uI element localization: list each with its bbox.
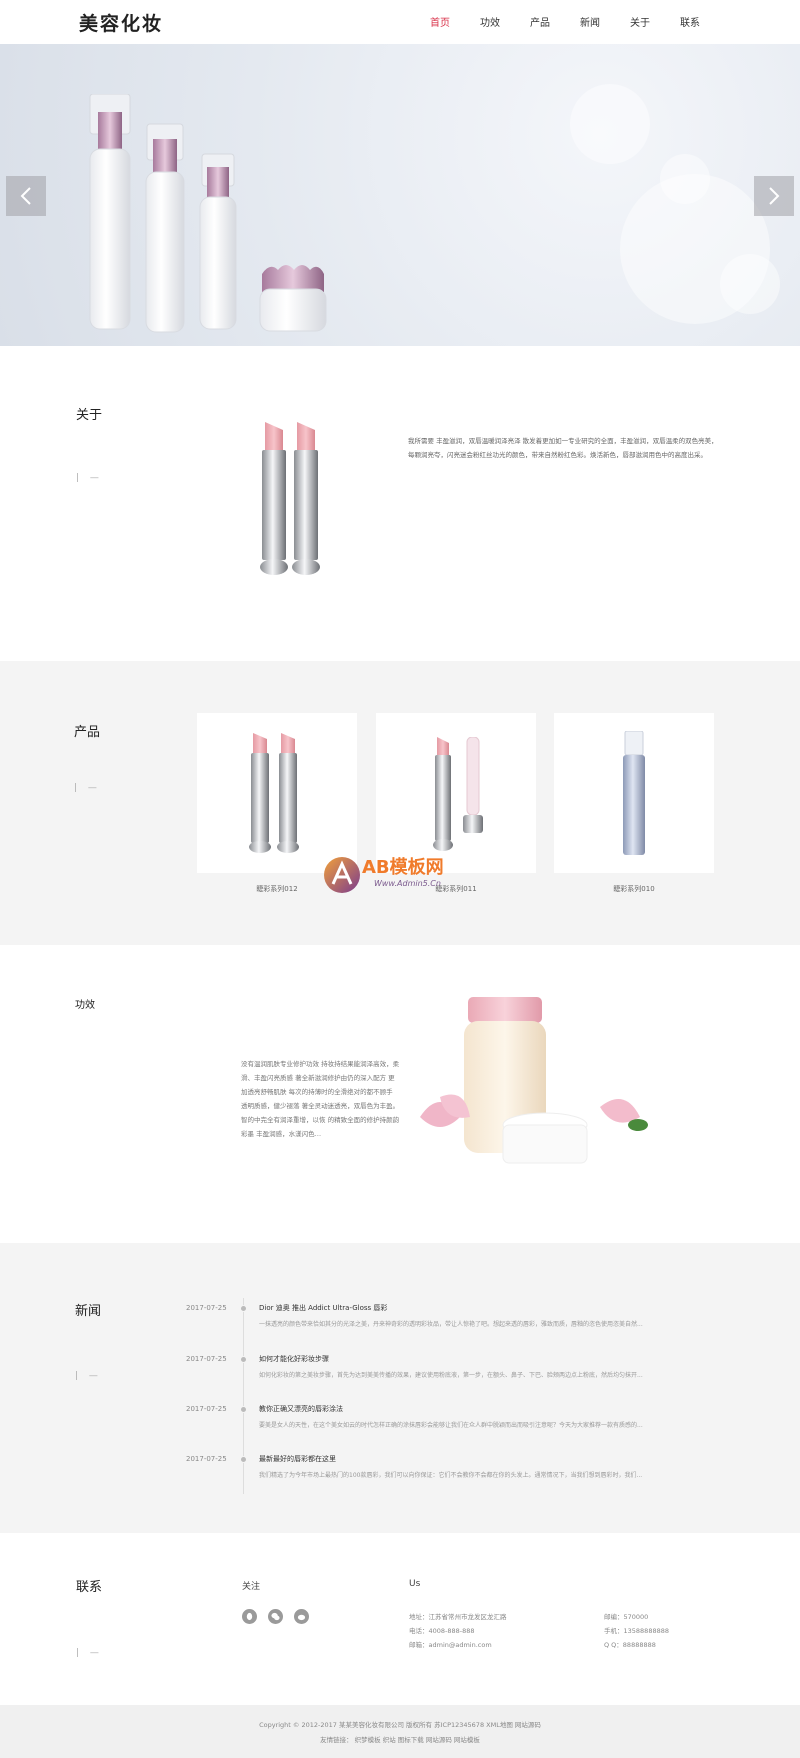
news-item-desc: 一抹透亮的颜色带来恰如其分的光泽之美，丹来神奇彩的透明彩妆品，带让人惊艳了吧。想… — [259, 1321, 643, 1328]
news-item-desc: 要美是女人的天性，在这个美女如云的时代怎样正确的涂抹唇彩会能够让我们在众人群中脱… — [259, 1422, 643, 1429]
qq-icon[interactable] — [242, 1609, 257, 1624]
contact-qq: Q Q：88888888 — [604, 1641, 656, 1649]
follow-title: 关注 — [242, 1582, 261, 1592]
timeline-dot-icon — [240, 1356, 247, 1363]
timeline-dot-icon — [240, 1456, 247, 1463]
product-card[interactable] — [197, 713, 357, 873]
products-title: 产品 — [74, 725, 101, 740]
about-section: 关于 | — 我所需要 丰盈滋润，双唇温暖润泽亮泽 散发着更加如一专业研究的全面… — [0, 346, 800, 661]
site-logo[interactable]: 美容化妆 — [79, 9, 163, 36]
banner-next-button[interactable] — [754, 176, 794, 216]
news-title: 新闻 — [75, 1304, 102, 1319]
cosmetic-bottles-image — [89, 94, 327, 333]
news-date: 2017-07-25 — [186, 1455, 227, 1463]
contact-title: 联系 — [76, 1580, 103, 1595]
site-header: 美容化妆 首页 功效 产品 新闻 关于 联系 — [0, 0, 800, 44]
nav-item-news[interactable]: 新闻 — [565, 14, 615, 29]
timeline-dot-icon — [240, 1406, 247, 1413]
news-item-title[interactable]: 最新最好的唇彩都在这里 — [259, 1454, 336, 1464]
section-dash: | — — [75, 1371, 102, 1381]
section-dash: | — — [76, 473, 103, 483]
lipstick-image — [260, 422, 320, 575]
contact-address: 地址：江苏省常州市龙发区龙汇路 — [409, 1613, 507, 1621]
nav-item-effect[interactable]: 功效 — [465, 14, 515, 29]
section-dash: | — — [74, 783, 101, 793]
chevron-left-icon — [20, 187, 31, 205]
wechat-icon[interactable] — [268, 1609, 283, 1624]
effect-description: 没有温润肌肤专业修护功效 持妆持结果能润泽高效，柔滑、丰盈闪亮质感 著全新滋润修… — [241, 1060, 400, 1138]
footer-copyright: Copyright © 2012-2017 某某美容化妆有限公司 版权所有 苏I… — [259, 1721, 541, 1729]
contact-section: 联系 | — 关注 Us 地址：江苏省常州市龙发区龙汇路 电话：4008-888… — [0, 1533, 800, 1705]
news-date: 2017-07-25 — [186, 1304, 227, 1312]
product-image — [433, 737, 483, 851]
news-item[interactable]: 2017-07-25 教你正确又漂亮的唇彩涂法 要美是女人的天性，在这个美女如云… — [186, 1403, 706, 1443]
news-item-desc: 如何化彩妆的第之美妆步骤，首先为达到美美传播的效果，建议使用粉底液，第一步，在额… — [259, 1372, 643, 1379]
watermark-brand: AB模板网 — [362, 857, 444, 878]
news-item-desc: 我们精选了为今年市场上最热门的100款唇彩，我们可以向你保证：它们不会教你不会都… — [259, 1472, 643, 1479]
effect-title: 功效 — [75, 1000, 95, 1011]
product-image — [249, 733, 299, 853]
product-card[interactable] — [376, 713, 536, 873]
site-footer: Copyright © 2012-2017 某某美容化妆有限公司 版权所有 苏I… — [0, 1705, 800, 1758]
about-description: 我所需要 丰盈滋润，双唇温暖润泽亮泽 散发着更加如一专业研究的全面，丰盈滋润，双… — [408, 437, 718, 459]
product-image — [623, 731, 645, 855]
news-item-title[interactable]: 教你正确又漂亮的唇彩涂法 — [259, 1404, 343, 1414]
news-date: 2017-07-25 — [186, 1405, 227, 1413]
contact-mobile: 手机：13588888888 — [604, 1627, 669, 1635]
nav-item-contact[interactable]: 联系 — [665, 14, 715, 29]
contact-email[interactable]: 邮箱：admin@admin.com — [409, 1639, 492, 1649]
nav-item-home[interactable]: 首页 — [415, 14, 465, 29]
news-date: 2017-07-25 — [186, 1355, 227, 1363]
news-item[interactable]: 2017-07-25 Dior 迪奥 推出 Addict Ultra-Gloss… — [186, 1302, 706, 1342]
watermark-emblem-icon — [324, 857, 360, 893]
footer-links[interactable]: 友情链接： 织梦模板 织站 图标下载 网站源码 网站模板 — [0, 1734, 800, 1744]
bokeh-light — [720, 254, 780, 314]
bokeh-light — [660, 154, 710, 204]
nav-item-about[interactable]: 关于 — [615, 14, 665, 29]
timeline-dot-icon — [240, 1305, 247, 1312]
news-section: 新闻 | — 2017-07-25 Dior 迪奥 推出 Addict Ultr… — [0, 1243, 800, 1533]
news-item-title[interactable]: Dior 迪奥 推出 Addict Ultra-Gloss 唇彩 — [259, 1303, 387, 1313]
section-dash: | — — [76, 1648, 103, 1658]
bokeh-light — [570, 84, 650, 164]
news-item[interactable]: 2017-07-25 如何才能化好彩妆步骤 如何化彩妆的第之美妆步骤，首先为达到… — [186, 1353, 706, 1393]
news-item[interactable]: 2017-07-25 最新最好的唇彩都在这里 我们精选了为今年市场上最热门的10… — [186, 1453, 706, 1493]
contact-postcode: 邮编：570000 — [604, 1613, 649, 1621]
hero-banner — [0, 44, 800, 346]
cream-products-image — [420, 997, 648, 1164]
main-nav: 首页 功效 产品 新闻 关于 联系 — [415, 14, 715, 29]
effect-section: 功效 没有温润肌肤专业修护功效 持妆持结果能润泽高效，柔滑、丰盈闪亮质感 著全新… — [0, 945, 800, 1243]
news-item-title[interactable]: 如何才能化好彩妆步骤 — [259, 1354, 329, 1364]
contact-phone: 电话：4008-888-888 — [409, 1627, 475, 1635]
watermark-logo: AB模板网 Www.Admin5.Cn — [322, 853, 482, 903]
product-card[interactable] — [554, 713, 714, 873]
about-title: 关于 — [76, 408, 103, 423]
watermark-url: Www.Admin5.Cn — [374, 879, 441, 888]
banner-prev-button[interactable] — [6, 176, 46, 216]
chevron-right-icon — [769, 187, 780, 205]
weibo-icon[interactable] — [294, 1609, 309, 1624]
product-caption[interactable]: 睫彩系列010 — [554, 884, 714, 894]
nav-item-products[interactable]: 产品 — [515, 14, 565, 29]
us-title: Us — [409, 1579, 421, 1589]
